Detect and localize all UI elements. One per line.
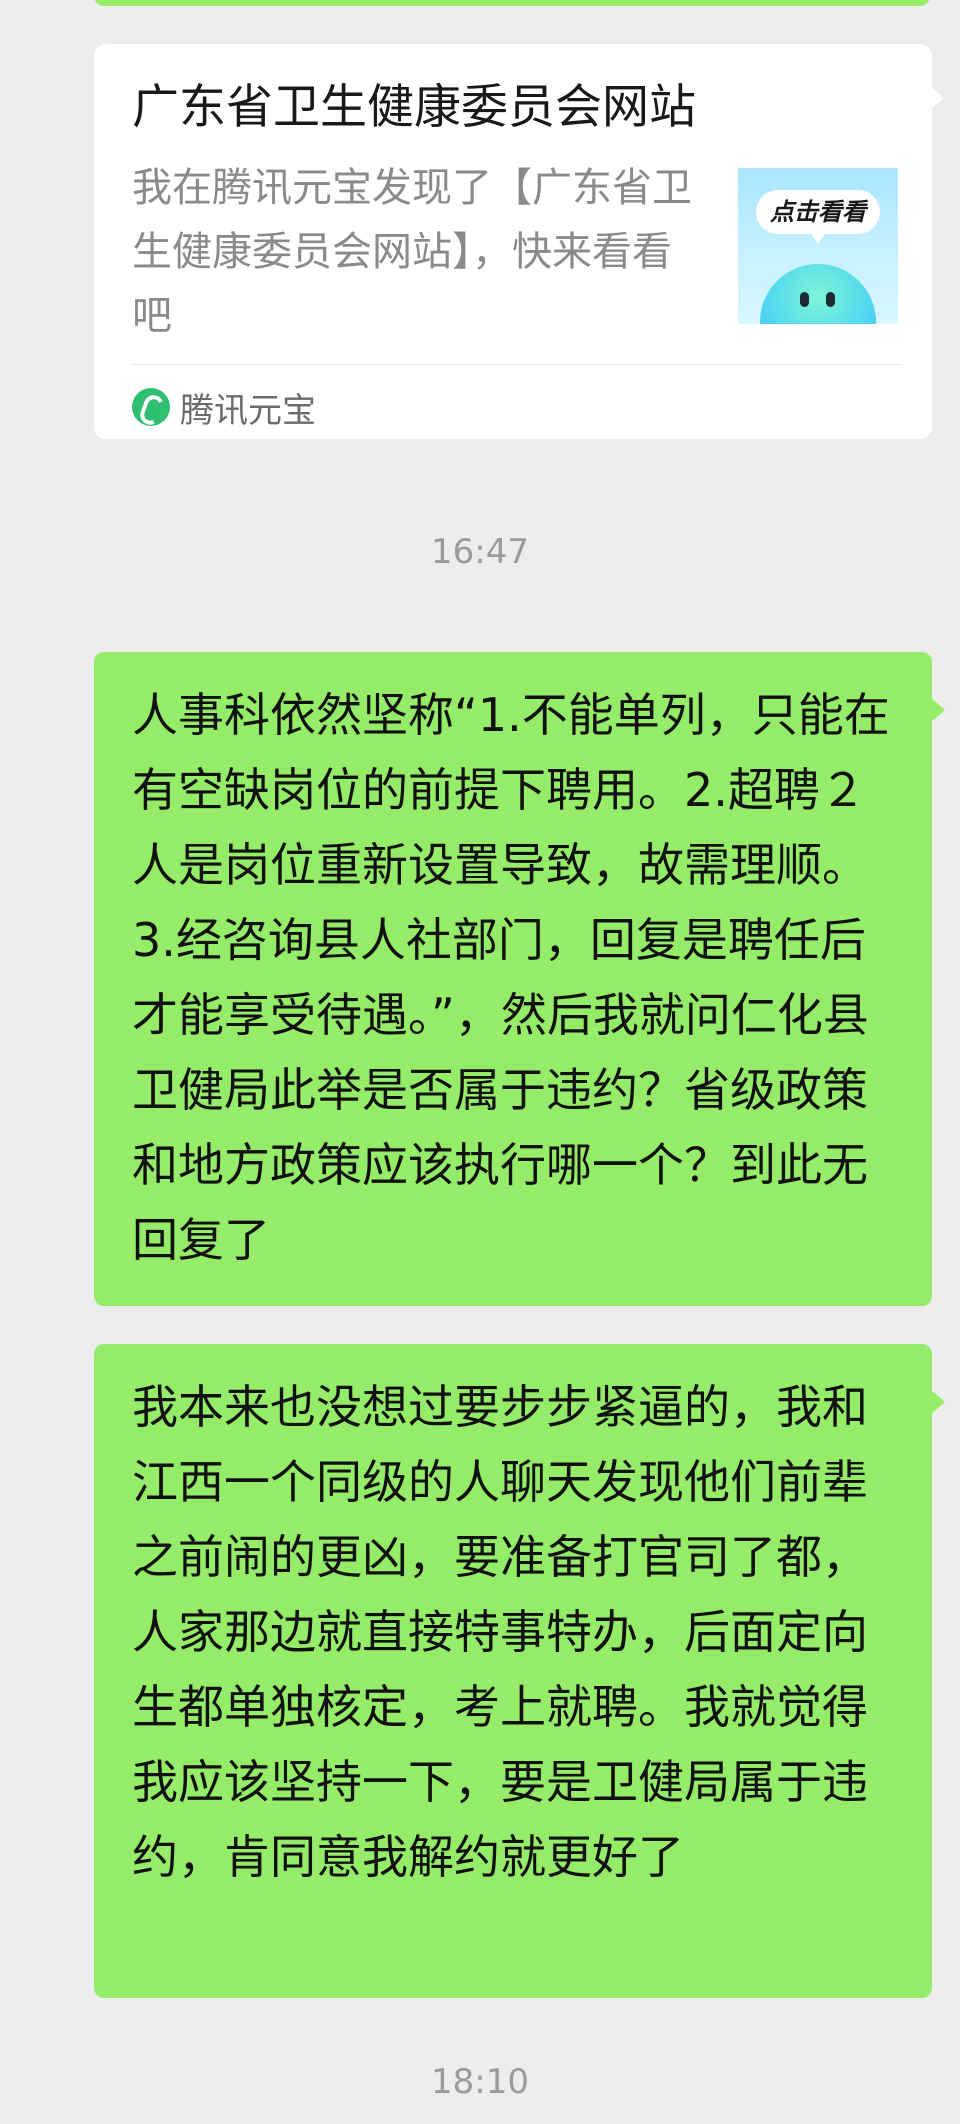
link-card-title: 广东省卫生健康委员会网站 <box>132 80 696 135</box>
message-timestamp: 16:47 <box>431 532 529 572</box>
yuanbao-logo-icon <box>132 388 170 426</box>
link-share-card[interactable]: 广东省卫生健康委员会网站 我在腾讯元宝发现了【广东省卫生健康委员会网站】，快来看… <box>94 44 944 439</box>
message-text: 我本来也没想过要步步紧逼的，我和江西一个同级的人聊天发现他们前辈之前闹的更凶，要… <box>132 1380 868 1884</box>
mascot-left-eye <box>800 292 809 307</box>
previous-message-bubble[interactable] <box>94 0 930 6</box>
sent-message-bubble[interactable]: 人事科依然坚称“1.不能单列，只能在有空缺岗位的前提下聘用。2.超聘２人是岗位重… <box>94 652 945 1306</box>
link-card-description: 我在腾讯元宝发现了【广东省卫生健康委员会网站】，快来看看吧 <box>132 165 692 339</box>
mascot-icon <box>760 264 876 324</box>
message-text: 人事科依然坚称“1.不能单列，只能在有空缺岗位的前提下聘用。2.超聘２人是岗位重… <box>132 688 890 1267</box>
message-timestamp: 18:10 <box>431 2062 529 2102</box>
link-card-source: 腾讯元宝 <box>132 382 316 432</box>
link-card-thumbnail: 点击看看 <box>738 168 898 324</box>
sent-message-bubble[interactable]: 我本来也没想过要步步紧逼的，我和江西一个同级的人聊天发现他们前辈之前闹的更凶，要… <box>94 1344 945 1998</box>
mascot-right-eye <box>826 292 835 307</box>
card-divider <box>132 364 902 365</box>
thumbnail-speech-bubble: 点击看看 <box>756 190 880 244</box>
link-card-source-name: 腾讯元宝 <box>180 390 316 431</box>
